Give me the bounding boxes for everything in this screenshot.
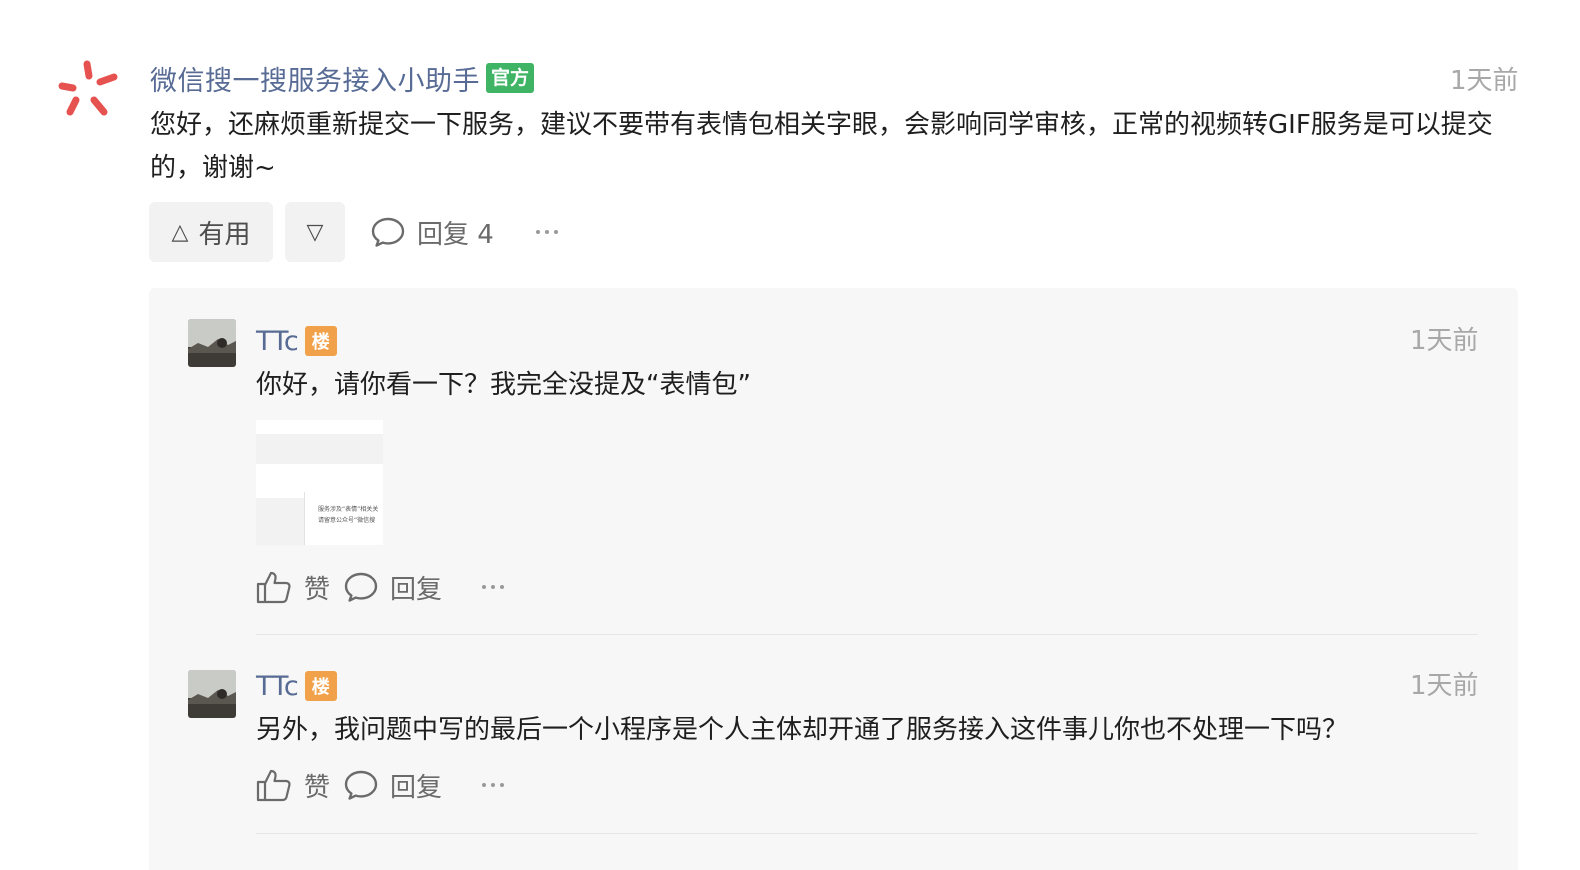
thumbs-up-icon bbox=[256, 769, 291, 802]
more-dot-icon bbox=[500, 585, 505, 589]
reply-header: TTc 楼 bbox=[256, 324, 337, 358]
more-dot-icon bbox=[500, 783, 505, 787]
reply-label: 回复 bbox=[390, 772, 443, 803]
like-button[interactable]: 赞 bbox=[256, 569, 330, 606]
attached-screenshot-thumbnail[interactable]: 服务涉及“表情”相关关 请留意公众号“微信搜 bbox=[256, 420, 383, 545]
reply-author-name[interactable]: TTc bbox=[256, 671, 299, 702]
more-button[interactable] bbox=[476, 579, 510, 595]
more-dot-icon bbox=[535, 230, 540, 234]
main-comment-actions: △ 有用 ▽ 回复 4 bbox=[149, 202, 564, 262]
more-dot-icon bbox=[544, 230, 549, 234]
like-button[interactable]: 赞 bbox=[256, 767, 330, 804]
thumbnail-band bbox=[256, 420, 383, 434]
reply-label: 回复 bbox=[390, 574, 443, 605]
reply-actions: 赞 回复 bbox=[256, 765, 510, 805]
avatar-photo-icon bbox=[188, 670, 236, 718]
main-reply-button[interactable]: 回复 4 bbox=[371, 214, 494, 251]
more-button[interactable] bbox=[476, 777, 510, 793]
more-dot-icon bbox=[491, 585, 496, 589]
more-dot-icon bbox=[482, 783, 487, 787]
more-dot-icon bbox=[553, 230, 558, 234]
comment-bubble-icon bbox=[344, 572, 378, 602]
floor-badge: 楼 bbox=[304, 671, 337, 701]
reply-time: 1天前 bbox=[1410, 326, 1479, 356]
main-reply-label: 回复 4 bbox=[417, 219, 494, 250]
avatar-photo-icon bbox=[188, 319, 236, 367]
comment-thread: 微信搜一搜服务接入小助手 官方 1天前 您好，还麻烦重新提交一下服务，建议不要带… bbox=[0, 0, 1580, 870]
like-label: 赞 bbox=[304, 574, 331, 605]
main-comment-header: 微信搜一搜服务接入小助手 官方 bbox=[150, 58, 535, 98]
reply-button[interactable]: 回复 bbox=[344, 767, 442, 804]
reply-divider bbox=[256, 833, 1478, 834]
replies-panel: TTc 楼 1天前 你好，请你看一下？我完全没提及“表情包” 服务涉及“表情”相… bbox=[149, 288, 1518, 870]
more-dot-icon bbox=[491, 783, 496, 787]
assistant-logo-avatar[interactable] bbox=[56, 58, 124, 126]
user-avatar[interactable] bbox=[188, 670, 236, 718]
spark-logo-icon bbox=[58, 60, 118, 116]
main-author-name[interactable]: 微信搜一搜服务接入小助手 bbox=[150, 59, 480, 98]
thumbs-up-icon bbox=[256, 571, 291, 604]
like-label: 赞 bbox=[304, 772, 331, 803]
main-more-button[interactable] bbox=[530, 224, 564, 240]
main-comment-text: 您好，还麻烦重新提交一下服务，建议不要带有表情包相关字眼，会影响同学审核，正常的… bbox=[150, 110, 1493, 183]
reply-actions: 赞 回复 bbox=[256, 567, 510, 607]
reply-button[interactable]: 回复 bbox=[344, 569, 442, 606]
reply-header: TTc 楼 bbox=[256, 669, 337, 703]
useful-label: 有用 bbox=[198, 219, 251, 250]
reply-text: 你好，请你看一下？我完全没提及“表情包” bbox=[256, 370, 751, 400]
reply-time: 1天前 bbox=[1410, 671, 1479, 701]
thumbnail-text-line: 服务涉及“表情”相关关 bbox=[318, 506, 379, 513]
more-dot-icon bbox=[482, 585, 487, 589]
floor-badge: 楼 bbox=[304, 326, 337, 356]
reply-divider bbox=[256, 634, 1478, 635]
useful-button[interactable]: △ 有用 bbox=[149, 202, 273, 262]
triangle-down-icon: ▽ bbox=[306, 219, 324, 245]
user-avatar[interactable] bbox=[188, 319, 236, 367]
official-badge: 官方 bbox=[486, 63, 535, 93]
comment-bubble-icon bbox=[371, 217, 405, 247]
comment-bubble-icon bbox=[344, 770, 378, 800]
reply-text: 另外，我问题中写的最后一个小程序是个人主体却开通了服务接入这件事儿你也不处理一下… bbox=[256, 715, 1349, 745]
thumbnail-text-line: 请留意公众号“微信搜 bbox=[318, 517, 376, 524]
triangle-up-icon: △ bbox=[171, 219, 189, 245]
main-comment-time: 1天前 bbox=[1450, 66, 1519, 96]
not-useful-button[interactable]: ▽ bbox=[285, 202, 345, 262]
reply-author-name[interactable]: TTc bbox=[256, 326, 299, 357]
